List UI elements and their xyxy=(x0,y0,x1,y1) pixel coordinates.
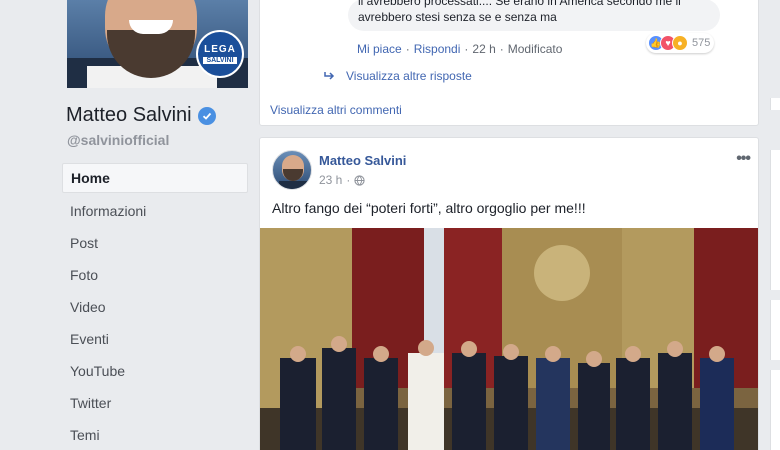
photo-face xyxy=(418,340,434,356)
photo-face xyxy=(503,344,519,360)
page-title[interactable]: Matteo Salvini xyxy=(66,104,216,127)
nav-item-home[interactable]: Home xyxy=(62,163,248,193)
comment-reply-link[interactable]: Rispondi xyxy=(414,42,461,56)
photo-chandelier xyxy=(534,245,590,301)
verified-badge-icon xyxy=(197,106,216,125)
photo-face xyxy=(586,351,602,367)
nav-item-foto[interactable]: Foto xyxy=(62,259,248,291)
photo-face xyxy=(373,346,389,362)
photo-face xyxy=(625,346,641,362)
comment-actions: Mi piace · Rispondi · 22 h · Modificato xyxy=(357,42,562,56)
post-photo[interactable] xyxy=(260,228,759,450)
photo-face xyxy=(461,341,477,357)
nav-item-twitter[interactable]: Twitter xyxy=(62,387,248,419)
separator: · xyxy=(464,42,469,56)
reaction-count: 575 xyxy=(692,37,711,49)
photo-person xyxy=(280,358,316,450)
nav-item-informazioni[interactable]: Informazioni xyxy=(62,195,248,227)
photo-person xyxy=(494,356,528,450)
page-nav: Home Informazioni Post Foto Video Eventi… xyxy=(62,163,248,450)
post-card: Matteo Salvini 23 h · ••• Altro fango de… xyxy=(259,137,759,450)
right-column-edge xyxy=(770,150,780,290)
separator: · xyxy=(405,42,410,56)
separator: · xyxy=(499,42,504,56)
avatar-suit xyxy=(279,181,307,189)
photo-person xyxy=(658,353,692,450)
post-text: Altro fango dei “poteri forti”, altro or… xyxy=(272,200,586,216)
right-column-edge xyxy=(770,98,780,110)
photo-face xyxy=(290,346,306,362)
post-author-avatar[interactable] xyxy=(272,150,312,190)
nav-item-post[interactable]: Post xyxy=(62,227,248,259)
previous-post-comments: li avrebbero processati.... Se erano in … xyxy=(259,0,759,126)
nav-item-temi[interactable]: Temi xyxy=(62,419,248,450)
photo-face xyxy=(709,346,725,362)
photo-face xyxy=(545,346,561,362)
profile-cover-photo[interactable]: LEGA SALVINI xyxy=(67,0,248,88)
photo-person xyxy=(322,348,356,450)
nav-item-youtube[interactable]: YouTube xyxy=(62,355,248,387)
logo-text-salvini: SALVINI xyxy=(203,57,237,64)
comment-reactions[interactable]: 👍 ♥ ● 575 xyxy=(646,33,715,53)
photo-person xyxy=(578,363,610,450)
view-more-replies-label: Visualizza altre risposte xyxy=(346,69,472,83)
angry-reaction-icon: ● xyxy=(672,35,688,51)
photo-group-people xyxy=(280,348,734,450)
photo-person xyxy=(700,358,734,450)
lega-salvini-logo: LEGA SALVINI xyxy=(196,30,244,78)
comment-text-line: avrebbero stesi senza se e senza ma xyxy=(358,10,557,24)
post-meta: 23 h · xyxy=(319,173,365,187)
post-author-name[interactable]: Matteo Salvini xyxy=(319,153,406,168)
view-more-comments-link[interactable]: Visualizza altri commenti xyxy=(270,103,402,117)
nav-item-video[interactable]: Video xyxy=(62,291,248,323)
photo-person xyxy=(408,353,444,450)
photo-face xyxy=(667,341,683,357)
view-more-replies-link[interactable]: Visualizza altre risposte xyxy=(324,69,472,83)
page-handle[interactable]: @salviniofficial xyxy=(67,132,169,148)
separator: · xyxy=(346,173,351,187)
page-name-text: Matteo Salvini xyxy=(66,104,192,126)
photo-person xyxy=(364,358,398,450)
reply-arrow-icon xyxy=(324,72,335,80)
comment-edited[interactable]: Modificato xyxy=(508,42,563,56)
photo-face xyxy=(331,336,347,352)
comment-like-link[interactable]: Mi piace xyxy=(357,42,402,56)
logo-text-lega: LEGA xyxy=(204,44,236,55)
comment-bubble: li avrebbero processati.... Se erano in … xyxy=(348,0,720,31)
photo-person xyxy=(452,353,486,450)
comment-time[interactable]: 22 h xyxy=(472,42,495,56)
right-column-edge xyxy=(770,370,780,450)
photo-person xyxy=(536,358,570,450)
post-time[interactable]: 23 h xyxy=(319,173,342,187)
post-options-ellipsis-icon[interactable]: ••• xyxy=(736,150,751,168)
right-column-edge xyxy=(770,300,780,360)
nav-item-eventi[interactable]: Eventi xyxy=(62,323,248,355)
comment-text-line: li avrebbero processati.... Se erano in … xyxy=(358,0,681,8)
globe-icon[interactable] xyxy=(354,174,365,186)
photo-person xyxy=(616,358,650,450)
